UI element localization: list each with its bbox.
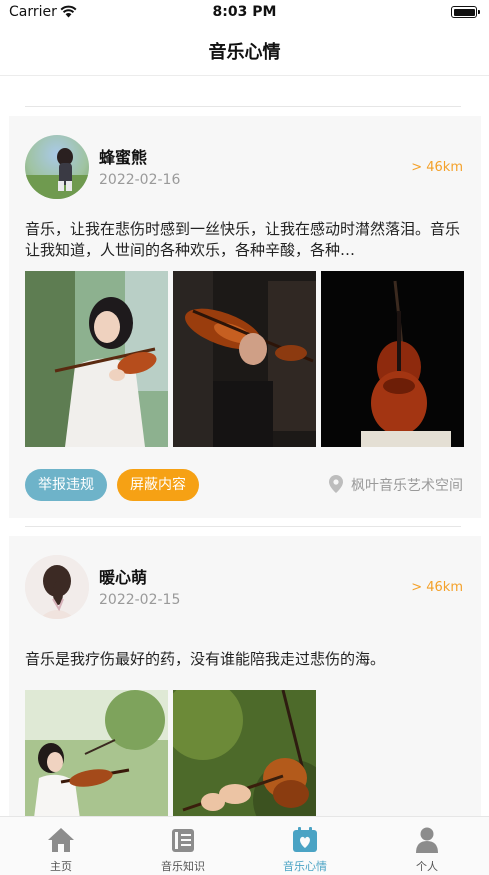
tab-label: 音乐心情	[283, 860, 327, 873]
post-content[interactable]: 音乐是我疗伤最好的药，没有谁能陪我走过悲伤的海。	[25, 649, 465, 670]
post-card[interactable]: 蜂蜜熊 2022-02-16 > 46km 音乐，让我在悲伤时感到一丝快乐，让我…	[9, 116, 481, 518]
post-content[interactable]: 音乐，让我在悲伤时感到一丝快乐，让我在感动时潸然落泪。音乐让我知道，人世间的各种…	[25, 219, 465, 261]
avatar[interactable]	[25, 135, 89, 199]
username: 暖心萌	[99, 568, 148, 587]
tab-bar: 主页 音乐知识 音乐心情 个人	[0, 816, 489, 875]
page-title: 音乐心情	[208, 42, 281, 63]
username: 蜂蜜熊	[99, 148, 148, 167]
post-photo[interactable]	[321, 271, 464, 447]
post-photo[interactable]	[173, 690, 316, 826]
tab-label: 主页	[50, 860, 72, 873]
person-icon	[416, 827, 438, 853]
book-icon	[172, 829, 194, 852]
distance-label: > 46km	[411, 160, 463, 175]
post-photo[interactable]	[25, 271, 168, 447]
calendar-heart-icon	[293, 827, 317, 852]
report-button[interactable]: 举报违规	[25, 469, 107, 501]
tab-profile[interactable]: 个人	[366, 817, 488, 875]
tab-home[interactable]: 主页	[0, 817, 122, 875]
post-photo[interactable]	[173, 271, 316, 447]
battery-icon	[451, 6, 480, 18]
tab-label: 个人	[416, 860, 438, 873]
home-icon	[48, 828, 74, 852]
status-time: 8:03 PM	[212, 4, 277, 20]
tab-music-mood[interactable]: 音乐心情	[244, 817, 366, 875]
tab-label: 音乐知识	[161, 860, 205, 873]
tab-music-knowledge[interactable]: 音乐知识	[122, 817, 244, 875]
post-date: 2022-02-16	[99, 172, 181, 188]
divider	[25, 106, 461, 107]
block-content-button[interactable]: 屏蔽内容	[117, 469, 199, 501]
post-card[interactable]: 暖心萌 2022-02-15 > 46km 音乐是我疗伤最好的药，没有谁能陪我走…	[9, 536, 481, 826]
divider	[25, 526, 461, 527]
location-label: 枫叶音乐艺术空间	[351, 478, 463, 494]
post-photo[interactable]	[25, 690, 168, 826]
distance-label: > 46km	[411, 580, 463, 595]
status-bar: Carrier 8:03 PM	[0, 0, 489, 24]
post-date: 2022-02-15	[99, 592, 181, 608]
location-pin-icon	[329, 475, 343, 493]
nav-bar: 音乐心情	[0, 24, 489, 76]
avatar[interactable]	[25, 555, 89, 619]
